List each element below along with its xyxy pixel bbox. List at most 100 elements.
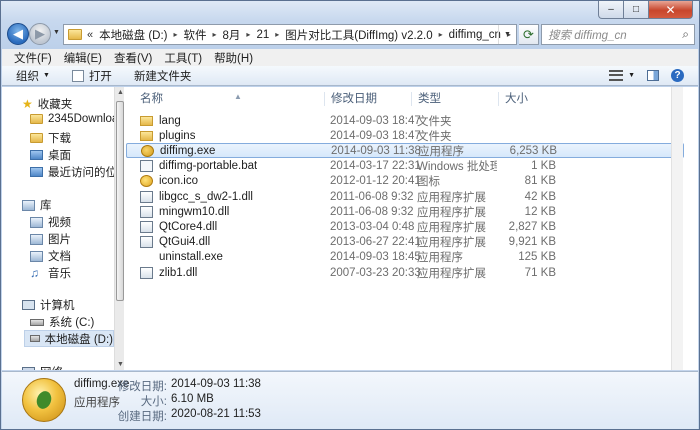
- file-row[interactable]: QtCore4.dll 2013-03-04 0:48 应用程序扩展 2,827 KB: [126, 219, 684, 234]
- refresh-button[interactable]: ⟳: [519, 24, 539, 45]
- breadcrumb-separator-icon[interactable]: ▸: [170, 30, 180, 39]
- file-name: plugins: [159, 129, 196, 142]
- column-type[interactable]: 类型: [411, 92, 498, 106]
- maximize-button[interactable]: □: [624, 1, 649, 19]
- search-input[interactable]: 搜索 diffimg_cn ⌕: [541, 24, 695, 45]
- dll-icon: [140, 190, 153, 203]
- file-date: 2014-09-03 18:47: [330, 114, 421, 127]
- sidebar-network[interactable]: 网络: [22, 364, 63, 370]
- file-row[interactable]: diffimg-portable.bat 2014-03-17 22:31 Wind…: [126, 159, 684, 174]
- file-type: 应用程序扩展: [417, 237, 486, 250]
- sidebar-item-drive-d[interactable]: 本地磁盘 (D:): [24, 330, 114, 347]
- sidebar-item-pictures[interactable]: 图片: [30, 231, 71, 247]
- scroll-up-icon[interactable]: ▲: [117, 89, 124, 96]
- sidebar-item-2345downloads[interactable]: 2345Downloads: [30, 113, 124, 125]
- refresh-icon: ⟳: [523, 26, 534, 42]
- minimize-button[interactable]: –: [598, 1, 624, 19]
- details-created-value: 2020-08-21 11:53: [171, 408, 261, 420]
- sidebar-item-drive-c[interactable]: 系统 (C:): [30, 314, 94, 330]
- music-icon: ♫: [30, 266, 39, 280]
- sidebar-scrollbar[interactable]: ▲ ▼: [114, 87, 124, 370]
- file-row[interactable]: plugins 2014-09-03 18:47 文件夹: [126, 128, 684, 143]
- file-list-scrollbar[interactable]: [671, 87, 683, 370]
- search-icon[interactable]: ⌕: [682, 27, 689, 42]
- sidebar-item-desktop[interactable]: 桌面: [30, 147, 71, 163]
- sidebar-libraries[interactable]: 库: [22, 197, 52, 213]
- details-pane: diffimg.exe 应用程序 修改日期: 2014-09-03 11:38 …: [2, 371, 698, 429]
- menu-file[interactable]: 文件(F): [8, 50, 58, 66]
- column-name[interactable]: 名称 ▲: [134, 92, 324, 106]
- breadcrumb-software[interactable]: 软件: [181, 27, 210, 43]
- breadcrumb-drive-d[interactable]: 本地磁盘 (D:): [96, 27, 170, 43]
- change-view-button[interactable]: ▼: [609, 70, 635, 81]
- file-name: icon.ico: [159, 175, 198, 188]
- menu-help[interactable]: 帮助(H): [208, 50, 259, 66]
- sidebar-computer[interactable]: 计算机: [22, 297, 75, 313]
- column-date[interactable]: 修改日期: [324, 92, 411, 106]
- chevron-down-icon: ▼: [43, 72, 50, 79]
- details-modified-value: 2014-09-03 11:38: [171, 378, 261, 390]
- breadcrumb-separator-icon[interactable]: ▸: [210, 30, 220, 39]
- window-controls: – □ ✕: [598, 1, 693, 19]
- file-list: 名称 ▲ 修改日期 类型 大小 lang 2014-09-03 18:47 文件夹 p…: [126, 87, 684, 370]
- breadcrumb-separator-icon[interactable]: ▸: [243, 30, 253, 39]
- file-date: 2012-01-12 20:41: [330, 175, 421, 188]
- column-size[interactable]: 大小: [498, 92, 558, 106]
- file-type: 应用程序扩展: [417, 191, 486, 204]
- back-button[interactable]: ◀: [7, 23, 29, 45]
- sidebar-item-music[interactable]: ♫ 音乐: [30, 265, 71, 281]
- sidebar-label: 收藏夹: [37, 99, 73, 111]
- file-name-cell: QtCore4.dll: [140, 220, 217, 233]
- file-row[interactable]: libgcc_s_dw2-1.dll 2011-06-08 9:32 应用程序扩展 4…: [126, 189, 684, 204]
- file-row[interactable]: QtGui4.dll 2013-06-27 22:41 应用程序扩展 9,921 KB: [126, 235, 684, 250]
- address-history-dropdown[interactable]: ▼: [498, 25, 516, 44]
- drive-icon: [30, 335, 40, 342]
- command-bar: 组织 ▼ 打开 新建文件夹 ▼ ?: [2, 66, 698, 86]
- breadcrumb-diffimg-cn[interactable]: diffimg_cn: [446, 29, 504, 41]
- recent-places-icon: [30, 167, 43, 177]
- scrollbar-thumb[interactable]: [116, 101, 124, 301]
- help-icon[interactable]: ?: [671, 69, 684, 82]
- open-button[interactable]: 打开: [71, 68, 112, 84]
- organize-button[interactable]: 组织 ▼: [16, 68, 50, 84]
- sidebar-item-videos[interactable]: 视频: [30, 214, 71, 230]
- details-created-label: 创建日期:: [117, 411, 167, 423]
- column-label: 名称: [140, 93, 163, 105]
- address-overflow-chevron[interactable]: «: [87, 29, 96, 41]
- preview-pane-icon[interactable]: [647, 70, 659, 81]
- sidebar-item-recent-places[interactable]: 最近访问的位置: [30, 164, 124, 180]
- close-button[interactable]: ✕: [649, 1, 693, 19]
- sidebar-favorites[interactable]: ★ 收藏夹: [22, 96, 72, 112]
- address-bar[interactable]: « 本地磁盘 (D:) ▸ 软件 ▸ 8月 ▸ 21 ▸ 图片对比工具(Diff…: [63, 24, 517, 45]
- file-size: 2,827 KB: [508, 220, 556, 233]
- file-date: 2011-06-08 9:32: [330, 190, 414, 203]
- chevron-down-icon: ▼: [628, 72, 635, 79]
- sidebar-item-documents[interactable]: 文档: [30, 248, 71, 264]
- breadcrumb-august[interactable]: 8月: [220, 27, 244, 43]
- menu-tools[interactable]: 工具(T): [158, 50, 208, 66]
- file-row[interactable]: diffimg.exe 2014-09-03 11:38 应用程序 6,253 KB: [126, 143, 684, 159]
- sidebar-label: 文档: [48, 251, 71, 263]
- forward-button[interactable]: ▶: [29, 23, 51, 45]
- back-arrow-icon: ◀: [13, 26, 23, 41]
- sidebar-item-downloads[interactable]: 下载: [30, 130, 71, 146]
- file-type: Windows 批处理...: [417, 161, 497, 174]
- recent-pages-dropdown[interactable]: ▼: [53, 29, 60, 36]
- file-name: lang: [159, 114, 181, 127]
- file-size: 81 KB: [524, 175, 556, 188]
- column-header-row: 名称 ▲ 修改日期 类型 大小: [126, 87, 684, 109]
- file-row[interactable]: uninstall.exe 2014-09-03 18:45 应用程序 125 KB: [126, 250, 684, 265]
- breadcrumb-diffimg-folder[interactable]: 图片对比工具(DiffImg) v2.2.0: [282, 27, 435, 43]
- breadcrumb-21[interactable]: 21: [253, 29, 272, 41]
- view-icon: [609, 70, 624, 81]
- file-row[interactable]: lang 2014-09-03 18:47 文件夹: [126, 113, 684, 128]
- file-row[interactable]: icon.ico 2012-01-12 20:41 图标 81 KB: [126, 174, 684, 189]
- new-folder-button[interactable]: 新建文件夹: [134, 68, 192, 84]
- menu-edit[interactable]: 编辑(E): [58, 50, 108, 66]
- scroll-down-icon[interactable]: ▼: [117, 361, 124, 368]
- file-row[interactable]: mingwm10.dll 2011-06-08 9:32 应用程序扩展 12 KB: [126, 204, 684, 219]
- breadcrumb-separator-icon[interactable]: ▸: [272, 30, 282, 39]
- menu-view[interactable]: 查看(V): [108, 50, 158, 66]
- breadcrumb-separator-icon[interactable]: ▸: [436, 30, 446, 39]
- file-row[interactable]: zlib1.dll 2007-03-23 20:33 应用程序扩展 71 KB: [126, 265, 684, 280]
